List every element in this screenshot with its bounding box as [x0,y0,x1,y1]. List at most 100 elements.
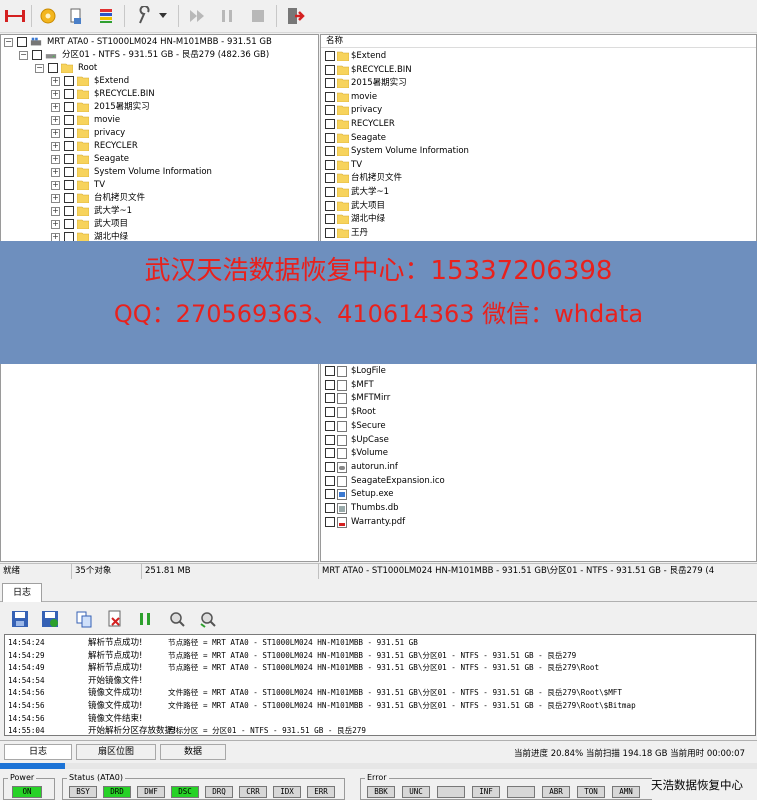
tree-checkbox[interactable] [64,141,74,151]
list-item[interactable]: 2015暑期实习 [321,77,756,90]
list-item[interactable]: $Secure [321,420,756,433]
expand-icon[interactable]: + [51,116,60,125]
name-column-header[interactable]: 名称 [321,35,756,48]
expand-icon[interactable]: + [51,90,60,99]
tab-data[interactable]: 数据 [160,744,226,760]
expand-icon[interactable]: + [51,103,60,112]
list-item[interactable]: $RECYCLE.BIN [321,64,756,77]
filter-button[interactable] [131,3,157,29]
list-item[interactable]: $LogFile [321,365,756,378]
list-checkbox[interactable] [325,173,335,184]
expand-icon[interactable]: + [51,142,60,151]
list-checkbox[interactable] [325,434,335,445]
list-checkbox[interactable] [325,159,335,170]
tree-checkbox[interactable] [48,63,58,73]
list-checkbox[interactable] [325,461,335,472]
list-item[interactable]: Setup.exe [321,488,756,501]
list-checkbox[interactable] [325,214,335,225]
list-checkbox[interactable] [325,105,335,116]
list-item[interactable]: 武大项目 [321,200,756,213]
list-item[interactable]: $MFTMirr [321,392,756,405]
exit-button[interactable] [282,3,308,29]
list-checkbox[interactable] [325,132,335,143]
list-item[interactable]: Warranty.pdf [321,516,756,529]
expand-icon[interactable]: + [51,129,60,138]
list-item[interactable]: $Root [321,406,756,419]
expand-icon[interactable]: + [51,207,60,216]
tree-checkbox[interactable] [32,50,42,60]
list-checkbox[interactable] [325,420,335,431]
color-bars-button[interactable] [93,3,119,29]
list-checkbox[interactable] [325,379,335,390]
list-item[interactable]: Seagate [321,132,756,145]
clear-log-button[interactable] [103,607,127,631]
list-item[interactable]: $MFT [321,379,756,392]
list-checkbox[interactable] [325,475,335,486]
tree-checkbox[interactable] [64,219,74,229]
search-next-log-button[interactable] [196,607,220,631]
tree-checkbox[interactable] [64,128,74,138]
pause-log-button[interactable] [133,607,157,631]
tree-checkbox[interactable] [64,206,74,216]
collapse-icon[interactable]: − [4,38,13,47]
list-checkbox[interactable] [325,146,335,157]
list-item[interactable]: TV [321,159,756,172]
list-item[interactable]: privacy [321,104,756,117]
tree-checkbox[interactable] [64,76,74,86]
list-item[interactable]: RECYCLER [321,118,756,131]
list-item[interactable]: $UpCase [321,434,756,447]
tab-sector-map[interactable]: 扇区位图 [76,744,156,760]
list-checkbox[interactable] [325,78,335,89]
list-checkbox[interactable] [325,503,335,513]
list-item[interactable]: SeagateExpansion.ico [321,475,756,488]
list-checkbox[interactable] [325,227,335,238]
expand-icon[interactable]: + [51,77,60,86]
list-checkbox[interactable] [325,516,335,527]
list-checkbox[interactable] [325,407,335,418]
play-button[interactable] [184,3,210,29]
stop-button[interactable] [245,3,271,29]
tree-checkbox[interactable] [64,167,74,177]
list-item[interactable]: $Volume [321,447,756,460]
pause-button[interactable] [214,3,240,29]
filter-dropdown-button[interactable] [156,3,170,29]
list-item[interactable]: autorun.inf [321,461,756,474]
expand-icon[interactable]: + [51,220,60,229]
tree-checkbox[interactable] [64,180,74,190]
tree-checkbox[interactable] [64,154,74,164]
list-checkbox[interactable] [325,200,335,211]
tree-checkbox[interactable] [64,115,74,125]
list-item[interactable]: 台机拷贝文件 [321,172,756,185]
list-item[interactable]: System Volume Information [321,145,756,158]
search-log-button[interactable] [165,607,189,631]
tree-checkbox[interactable] [64,193,74,203]
collapse-icon[interactable]: − [35,64,44,73]
save-as-log-button[interactable] [38,607,62,631]
settings-button[interactable] [35,3,61,29]
list-checkbox[interactable] [325,448,335,459]
scan-button[interactable] [63,3,89,29]
list-checkbox[interactable] [325,64,335,75]
list-checkbox[interactable] [325,187,335,197]
list-checkbox[interactable] [325,51,335,61]
save-log-button[interactable] [8,607,32,631]
list-checkbox[interactable] [325,119,335,129]
list-item[interactable]: 武大学~1 [321,186,756,199]
collapse-icon[interactable]: − [19,51,28,60]
tab-log-bottom[interactable]: 日志 [4,744,72,760]
list-checkbox[interactable] [325,91,335,102]
log-output[interactable]: 14:54:24 解析节点成功! 节点路径 = MRT ATA0 - ST1000L… [4,634,756,736]
copy-log-button[interactable] [72,607,96,631]
list-checkbox[interactable] [325,489,335,500]
list-item[interactable]: 湖北中绿 [321,213,756,226]
list-item[interactable]: $Extend [321,50,756,63]
expand-icon[interactable]: + [51,168,60,177]
tree-checkbox[interactable] [64,102,74,112]
expand-icon[interactable]: + [51,155,60,164]
expand-icon[interactable]: + [51,181,60,190]
expand-icon[interactable]: + [51,194,60,203]
list-checkbox[interactable] [325,393,335,404]
disk-connect-button[interactable] [2,3,28,29]
list-item[interactable]: Thumbs.db [321,502,756,515]
list-item[interactable]: movie [321,91,756,104]
